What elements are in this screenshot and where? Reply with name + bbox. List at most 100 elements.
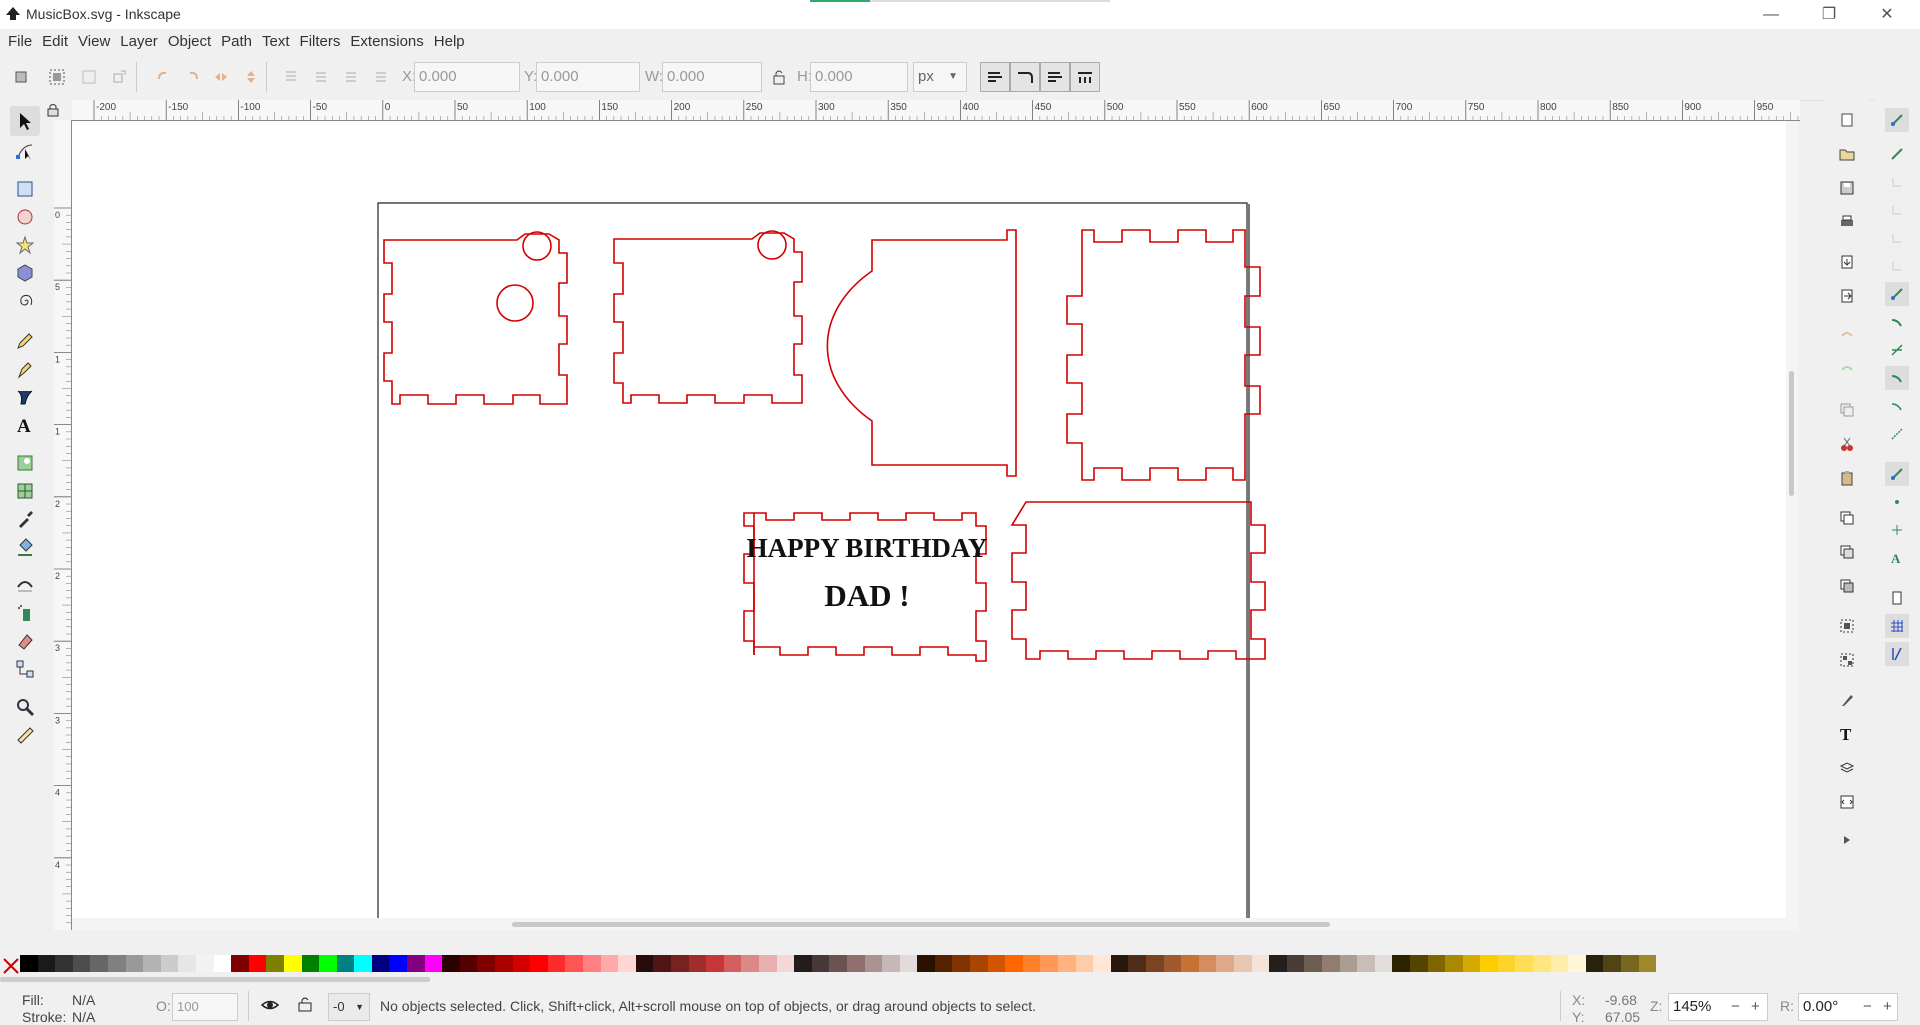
copy-icon[interactable] bbox=[1835, 398, 1859, 422]
vertical-scrollbar-thumb[interactable] bbox=[1789, 371, 1794, 496]
color-swatch[interactable] bbox=[1233, 955, 1252, 972]
no-paint-swatch[interactable] bbox=[2, 957, 20, 975]
color-swatch[interactable] bbox=[618, 955, 636, 972]
snap-intersection-icon[interactable] bbox=[1885, 338, 1909, 362]
snap-text-baseline-icon[interactable]: A bbox=[1885, 546, 1909, 570]
color-swatch[interactable] bbox=[1533, 955, 1551, 972]
box-panel-bottom[interactable] bbox=[1010, 501, 1266, 660]
snap-paths-icon[interactable] bbox=[1885, 310, 1909, 334]
color-swatch[interactable] bbox=[970, 955, 988, 972]
selector-tool[interactable] bbox=[10, 106, 40, 136]
color-swatch[interactable] bbox=[1409, 955, 1428, 972]
toggle-lock-icon[interactable] bbox=[298, 996, 312, 1012]
paint-bucket-tool[interactable] bbox=[10, 532, 40, 562]
y-field[interactable]: 0.000 bbox=[536, 62, 640, 92]
pencil-tool[interactable] bbox=[10, 326, 40, 356]
tweak-tool[interactable] bbox=[10, 570, 40, 600]
color-swatch[interactable] bbox=[107, 955, 126, 972]
lock-guides-icon[interactable] bbox=[47, 103, 59, 117]
color-swatch[interactable] bbox=[882, 955, 900, 972]
undo-icon[interactable] bbox=[1835, 324, 1859, 348]
unit-select[interactable]: px ▼ bbox=[913, 62, 967, 92]
color-swatch[interactable] bbox=[1216, 955, 1234, 972]
color-swatch[interactable] bbox=[811, 955, 830, 972]
color-swatch[interactable] bbox=[1022, 955, 1041, 972]
color-swatch[interactable] bbox=[1321, 955, 1340, 972]
group-icon[interactable] bbox=[1835, 614, 1859, 638]
snap-bbox-edge-icon[interactable] bbox=[1885, 170, 1909, 194]
box-panel-side-2[interactable] bbox=[613, 230, 803, 404]
color-swatch[interactable] bbox=[512, 955, 531, 972]
save-icon[interactable] bbox=[1835, 176, 1859, 200]
color-swatch[interactable] bbox=[1058, 955, 1076, 972]
fill-stroke-icon[interactable] bbox=[1835, 688, 1859, 712]
snap-bbox-corner-icon[interactable] bbox=[1885, 198, 1909, 222]
color-swatch[interactable] bbox=[1304, 955, 1322, 972]
restore-button[interactable]: ❐ bbox=[1806, 0, 1852, 29]
color-swatch[interactable] bbox=[143, 955, 161, 972]
deselect-icon[interactable] bbox=[76, 64, 102, 90]
menu-layer[interactable]: Layer bbox=[115, 29, 163, 50]
dropper-tool[interactable] bbox=[10, 504, 40, 534]
snap-grid-icon[interactable] bbox=[1885, 614, 1909, 638]
color-swatch[interactable] bbox=[1568, 955, 1586, 972]
color-swatch[interactable] bbox=[336, 955, 355, 972]
color-swatch[interactable] bbox=[1251, 955, 1270, 972]
color-swatch[interactable] bbox=[1462, 955, 1481, 972]
menu-text[interactable]: Text bbox=[257, 29, 295, 50]
vertical-scrollbar[interactable] bbox=[1786, 121, 1798, 930]
opacity-field[interactable]: 100 bbox=[172, 993, 238, 1021]
color-swatch[interactable] bbox=[55, 955, 73, 972]
color-swatch[interactable] bbox=[1497, 955, 1516, 972]
menu-object[interactable]: Object bbox=[163, 29, 216, 50]
move-gradients-toggle[interactable] bbox=[1040, 62, 1070, 92]
rotate-minus-icon[interactable]: − bbox=[1863, 994, 1872, 1020]
color-swatch[interactable] bbox=[846, 955, 865, 972]
open-folder-icon[interactable] bbox=[1835, 142, 1859, 166]
scale-stroke-toggle[interactable] bbox=[980, 62, 1010, 92]
color-swatch[interactable] bbox=[72, 955, 91, 972]
color-swatch[interactable] bbox=[1339, 955, 1358, 972]
color-swatch[interactable] bbox=[1286, 955, 1305, 972]
spray-can-tool[interactable] bbox=[10, 598, 40, 628]
birthday-text-line2[interactable]: DAD ! bbox=[824, 578, 909, 613]
paste-icon[interactable] bbox=[1835, 466, 1859, 490]
color-swatch[interactable] bbox=[1128, 955, 1146, 972]
color-swatch[interactable] bbox=[1181, 955, 1199, 972]
snap-enable-icon[interactable] bbox=[1885, 108, 1909, 132]
zoom-field[interactable]: 145% − + bbox=[1668, 993, 1768, 1021]
color-swatch[interactable] bbox=[1075, 955, 1094, 972]
horizontal-scrollbar-thumb[interactable] bbox=[512, 922, 1330, 927]
palette-scrollbar[interactable] bbox=[0, 977, 430, 982]
calligraphy-tool[interactable] bbox=[10, 382, 40, 412]
clone-icon[interactable] bbox=[1835, 540, 1859, 564]
snap-nodes-icon[interactable] bbox=[1885, 282, 1909, 306]
color-swatch[interactable] bbox=[653, 955, 671, 972]
snap-rotation-center-icon[interactable] bbox=[1885, 518, 1909, 542]
select-all-layers-icon[interactable] bbox=[44, 64, 70, 90]
color-swatch[interactable] bbox=[1269, 955, 1287, 972]
xml-editor-icon[interactable] bbox=[1835, 790, 1859, 814]
birthday-text-line1[interactable]: HAPPY BIRTHDAY bbox=[747, 533, 988, 563]
new-document-icon[interactable] bbox=[1835, 108, 1859, 132]
ellipse-tool[interactable] bbox=[10, 202, 40, 232]
color-swatch[interactable] bbox=[530, 955, 548, 972]
color-swatch[interactable] bbox=[1621, 955, 1639, 972]
minimize-button[interactable]: — bbox=[1748, 0, 1794, 29]
color-swatch[interactable] bbox=[319, 955, 337, 972]
color-swatch[interactable] bbox=[90, 955, 108, 972]
color-swatch[interactable] bbox=[1374, 955, 1393, 972]
current-layer-select[interactable]: -0 ▼ bbox=[328, 993, 370, 1021]
raise-icon[interactable] bbox=[308, 64, 334, 90]
color-swatch[interactable] bbox=[864, 955, 883, 972]
color-swatch[interactable] bbox=[20, 955, 38, 972]
select-all-icon[interactable] bbox=[8, 64, 34, 90]
menu-extensions[interactable]: Extensions bbox=[345, 29, 428, 50]
color-swatch[interactable] bbox=[635, 955, 654, 972]
x-field[interactable]: 0.000 bbox=[414, 62, 520, 92]
cut-icon[interactable] bbox=[1835, 432, 1859, 456]
more-commands-icon[interactable] bbox=[1835, 828, 1859, 852]
color-swatch[interactable] bbox=[1163, 955, 1182, 972]
pen-tool[interactable] bbox=[10, 354, 40, 384]
snap-cusp-icon[interactable] bbox=[1885, 366, 1909, 390]
